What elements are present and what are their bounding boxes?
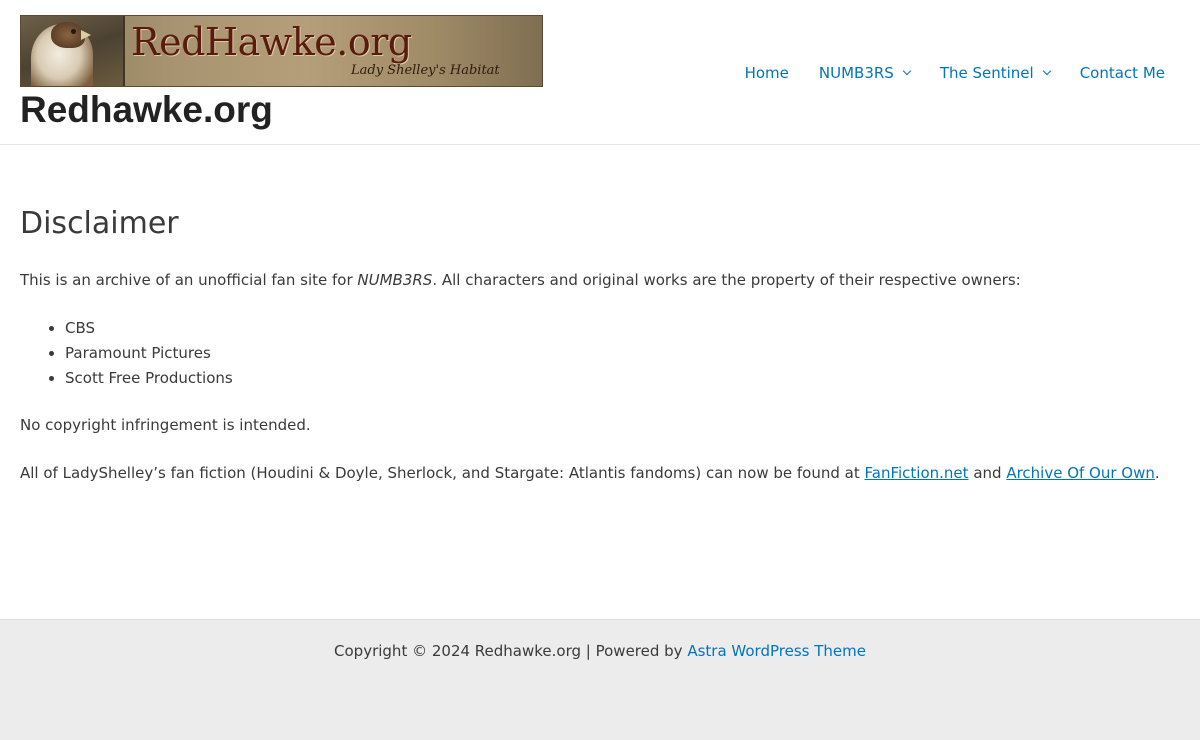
logo-subtitle: Lady Shelley's Habitat (351, 63, 500, 78)
show-name: NUMB3RS (357, 271, 433, 289)
fanfiction-net-link[interactable]: FanFiction.net (865, 464, 969, 482)
fanfic-paragraph: All of LadyShelley’s fan fiction (Houdin… (20, 461, 1180, 486)
logo-title: RedHawke.org (131, 20, 412, 64)
no-infringement-paragraph: No copyright infringement is intended. (20, 416, 311, 434)
nav-item-the-sentinel[interactable]: The Sentinel (939, 64, 1051, 82)
owners-list: CBS Paramount Pictures Scott Free Produc… (20, 316, 1180, 391)
hawk-eye-shape (71, 29, 76, 34)
astra-theme-link[interactable]: Astra WordPress Theme (687, 642, 866, 660)
intro-text-end: . All characters and original works are … (432, 271, 1021, 289)
chevron-down-icon[interactable] (902, 66, 912, 76)
nav-item-numb3rs[interactable]: NUMB3RS (818, 64, 912, 82)
nav-item-label: The Sentinel (939, 64, 1034, 82)
archive-of-our-own-link[interactable]: Archive Of Our Own (1006, 464, 1155, 482)
intro-paragraph: This is an archive of an unofficial fan … (20, 268, 1180, 293)
fanfic-period: . (1154, 464, 1160, 482)
copyright-text: Copyright © 2024 Redhawke.org | Powered … (334, 642, 688, 660)
hawk-head-shape (51, 22, 85, 48)
main-navigation: Home NUMB3RS The Sentinel Contact Me (745, 60, 1165, 86)
main-content: Disclaimer This is an archive of an unof… (20, 200, 1180, 509)
list-item: Scott Free Productions (65, 366, 1180, 391)
page-title: Disclaimer (20, 206, 179, 241)
nav-item-label: Home (744, 64, 789, 82)
hawk-beak-shape (81, 30, 91, 40)
site-header: RedHawke.org Lady Shelley's Habitat Redh… (0, 0, 1200, 145)
site-logo-banner[interactable]: RedHawke.org Lady Shelley's Habitat (20, 15, 543, 87)
intro-text: This is an archive of an unofficial fan … (20, 271, 358, 289)
footer-copyright: Copyright © 2024 Redhawke.org | Powered … (0, 642, 1200, 660)
chevron-down-icon[interactable] (1042, 66, 1051, 76)
fanfic-text: All of LadyShelley’s fan fiction (Houdin… (20, 464, 865, 482)
list-item: CBS (65, 316, 1180, 341)
nav-item-label: Contact Me (1079, 64, 1165, 82)
nav-item-home[interactable]: Home (745, 64, 789, 82)
hawk-image (21, 16, 125, 86)
nav-item-contact-me[interactable]: Contact Me (1080, 64, 1165, 82)
nav-item-label: NUMB3RS (818, 64, 894, 82)
site-footer: Copyright © 2024 Redhawke.org | Powered … (0, 619, 1200, 740)
list-item: Paramount Pictures (65, 341, 1180, 366)
fanfic-conjunction: and (968, 464, 1007, 482)
site-title[interactable]: Redhawke.org (20, 88, 273, 132)
